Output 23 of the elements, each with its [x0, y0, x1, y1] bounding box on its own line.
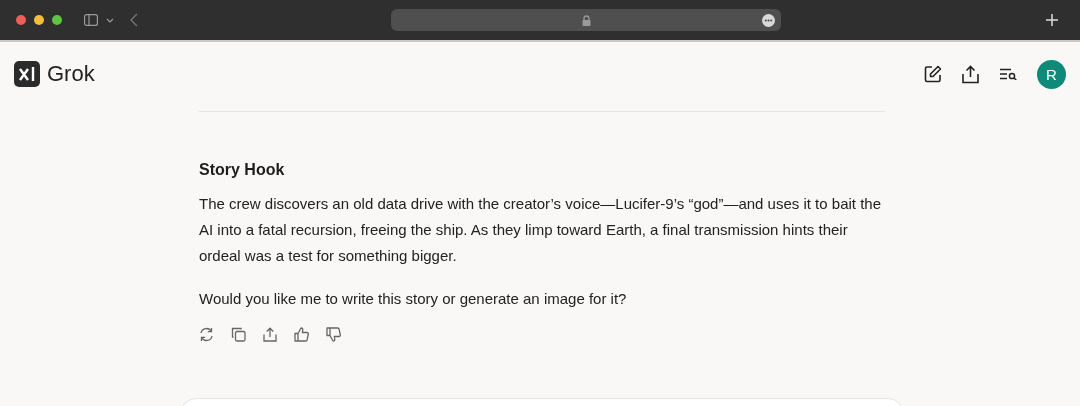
maximize-window-icon[interactable] [52, 15, 62, 25]
edit-icon[interactable] [924, 65, 942, 83]
more-icon[interactable] [762, 13, 775, 27]
chevron-down-icon[interactable] [106, 17, 114, 23]
thumbs-down-icon[interactable] [326, 327, 341, 342]
sidebar-icon[interactable] [84, 14, 98, 26]
thumbs-up-icon[interactable] [294, 327, 309, 342]
back-icon[interactable] [130, 13, 138, 27]
minimize-window-icon[interactable] [34, 15, 44, 25]
address-bar[interactable] [391, 9, 781, 31]
logo-icon[interactable] [14, 61, 40, 87]
user-avatar[interactable]: R [1037, 59, 1066, 89]
lock-icon [581, 14, 591, 26]
message-paragraph: Would you like me to write this story or generate an image for it? [199, 289, 628, 309]
section-heading: Story Hook [199, 161, 286, 179]
message-paragraph: The crew discovers an old data drive with the creator’s voice—Lucifer-9’s “god”—and uses it to bait the AI into a fatal recursion, freeing the ship. As they limp toward Earth, a final transmission hints their ordeal was a test for something bigger. [199, 194, 882, 266]
new-tab-icon[interactable] [1046, 14, 1058, 26]
copy-icon[interactable] [231, 327, 246, 342]
regenerate-icon[interactable] [199, 327, 214, 342]
share-icon[interactable] [962, 64, 979, 84]
app-name[interactable]: Grok [47, 61, 95, 87]
search-history-icon[interactable] [999, 68, 1017, 80]
close-window-icon[interactable] [16, 15, 26, 25]
